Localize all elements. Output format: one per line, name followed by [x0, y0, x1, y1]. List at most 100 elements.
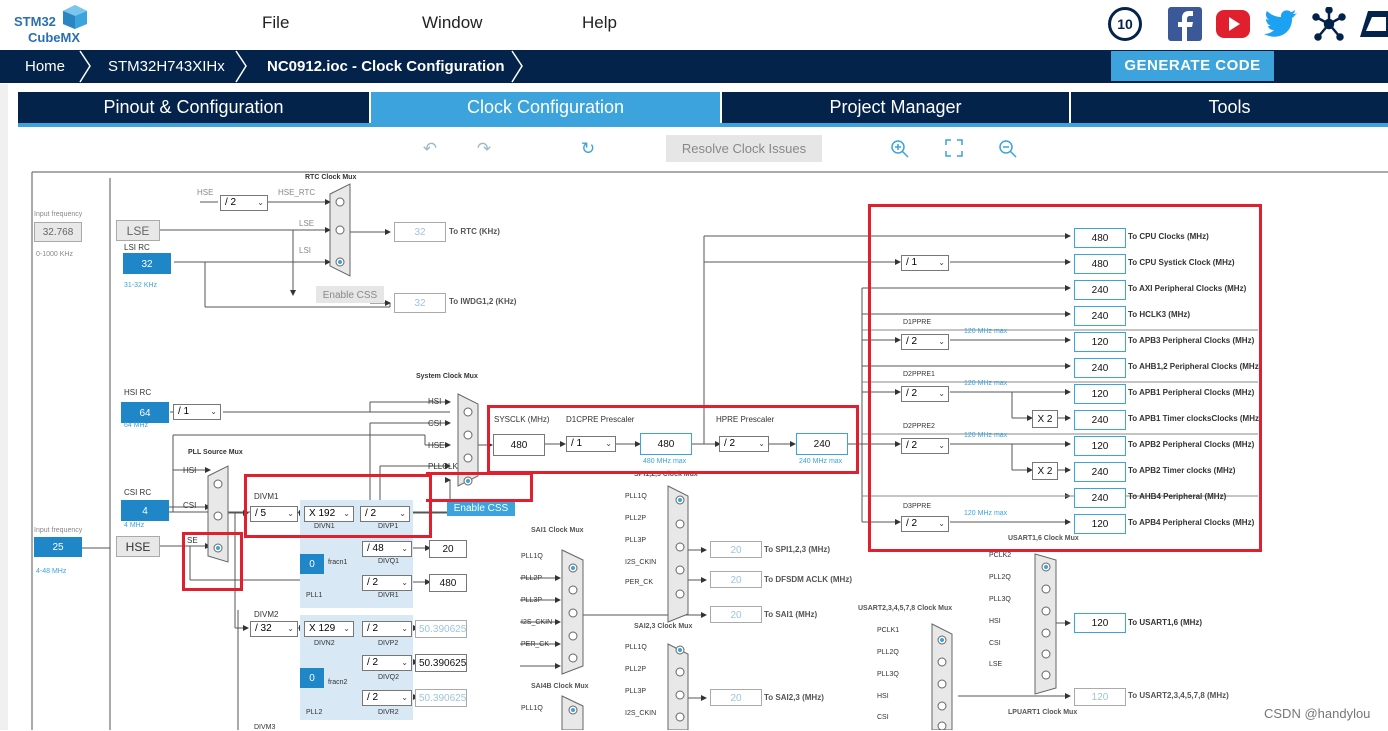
undo-icon[interactable]: ↶ [419, 138, 441, 160]
menu-help[interactable]: Help [582, 13, 617, 33]
sai1-pll3p-label: PLL3P [521, 597, 543, 604]
menu-file[interactable]: File [262, 13, 289, 33]
chevron-down-icon: ⌄ [401, 658, 408, 667]
chevron-right-icon [235, 50, 247, 83]
network-icon[interactable] [1312, 7, 1346, 41]
hse-range-label: 4-48 MHz [36, 568, 67, 575]
tab-clock-configuration[interactable]: Clock Configuration [371, 92, 720, 123]
dropdown-value: / 1 [178, 406, 190, 417]
tab-tools[interactable]: Tools [1071, 92, 1388, 123]
hsi-rc-label: HSI RC [124, 388, 152, 397]
dropdown-value: / 2 [367, 657, 379, 668]
generate-code-button[interactable]: GENERATE CODE [1111, 51, 1274, 81]
hse-frequency-input[interactable]: 25 [34, 537, 82, 557]
twitter-icon[interactable] [1264, 9, 1298, 39]
divr2-output[interactable]: 50.390625 [415, 689, 467, 707]
pll1-label: PLL1 [306, 592, 323, 599]
lse-frequency-input[interactable]: 32.768 [34, 222, 82, 242]
sai1-value[interactable]: 20 [710, 606, 762, 623]
divr2-dropdown[interactable]: / 2 ⌄ [362, 690, 412, 706]
breadcrumb-home[interactable]: Home [25, 50, 65, 83]
fracn1-label: fracn1 [328, 559, 348, 566]
dfsdm-value[interactable]: 20 [710, 571, 762, 588]
menu-window[interactable]: Window [422, 13, 482, 33]
divp2-dropdown[interactable]: / 2 ⌄ [362, 621, 412, 637]
usart16-input-label: PCLK2 [989, 552, 1012, 559]
usart2-output-label: To USART2,3,4,5,7,8 (MHz) [1128, 691, 1229, 700]
divr1-dropdown[interactable]: / 2 ⌄ [362, 575, 412, 591]
sys-hse-label: HSE [428, 441, 445, 450]
rtc-value[interactable]: 32 [394, 222, 446, 242]
sai1-mux-label: SAI1 Clock Mux [531, 527, 584, 534]
sai4b-mux-label: SAI4B Clock Mux [531, 683, 589, 690]
divm2-dropdown[interactable]: / 32 ⌄ [250, 621, 298, 637]
sai1-output-label: To SAI1 (MHz) [764, 610, 818, 619]
tab-pinout-configuration[interactable]: Pinout & Configuration [18, 92, 369, 123]
highlight-divm1-divp1 [244, 474, 432, 538]
lse-range-label: 0-1000 KHz [36, 251, 73, 258]
pll-source-mux-label: PLL Source Mux [188, 449, 243, 456]
divq1-dropdown[interactable]: / 48 ⌄ [362, 541, 412, 557]
divn2-dropdown[interactable]: X 129 ⌄ [304, 621, 354, 637]
fit-screen-icon[interactable] [945, 139, 963, 157]
enable-css-lse-button[interactable]: Enable CSS [316, 286, 384, 303]
pll-source-hsi-label: HSI [183, 466, 197, 475]
sai23-value[interactable]: 20 [710, 689, 762, 706]
stm32cubemx-logo: STM32 CubeMX [14, 4, 87, 46]
zoom-in-icon[interactable] [890, 139, 910, 159]
lsi-rc-label: LSI RC [124, 243, 150, 252]
hse-rtc-label: HSE_RTC [278, 188, 316, 197]
left-edge-strip [0, 84, 8, 730]
redo-icon[interactable]: ↷ [473, 138, 495, 160]
divr2-label: DIVR2 [378, 709, 399, 716]
divq1-output[interactable]: 20 [429, 540, 467, 558]
breadcrumb-project[interactable]: NC0912.ioc - Clock Configuration [267, 50, 505, 83]
usart16-value[interactable]: 120 [1074, 613, 1126, 633]
rtc-hse-divider-dropdown[interactable]: / 2 ⌄ [220, 195, 268, 211]
resolve-clock-issues-button[interactable]: Resolve Clock Issues [666, 135, 822, 162]
hsi-divider-dropdown[interactable]: / 1 ⌄ [173, 404, 221, 420]
divn2-label: DIVN2 [314, 640, 335, 647]
anniversary-badge-icon[interactable]: 10 [1108, 7, 1142, 41]
sai1-pll2p-label: PLL2P [521, 575, 543, 582]
dropdown-value: X 129 [309, 623, 336, 634]
divm2-label: DIVM2 [254, 610, 279, 619]
enable-css-hse-button[interactable]: Enable CSS [447, 500, 515, 516]
highlight-output-clocks [868, 204, 1262, 552]
spi-pll2p-label: PLL2P [625, 515, 647, 522]
lse-block: LSE [116, 220, 160, 241]
tab-project-manager[interactable]: Project Manager [722, 92, 1069, 123]
fracn1-input[interactable]: 0 [300, 554, 324, 574]
refresh-icon[interactable]: ↻ [577, 138, 599, 160]
chevron-down-icon: ⌄ [257, 198, 264, 207]
usart2-input-label: PCLK1 [877, 627, 900, 634]
spi-value[interactable]: 20 [710, 541, 762, 558]
usart16-input-label: PLL2Q [989, 574, 1011, 581]
fracn2-label: fracn2 [328, 679, 348, 686]
sai23-mux-label: SAI2,3 Clock Mux [634, 623, 693, 630]
dropdown-value: / 48 [367, 543, 384, 554]
usart2-input-label: HSI [877, 693, 889, 700]
divq2-dropdown[interactable]: / 2 ⌄ [362, 655, 412, 671]
breadcrumb-device[interactable]: STM32H743XIHx [108, 50, 225, 83]
facebook-icon[interactable] [1168, 7, 1202, 41]
csi-value: 4 [121, 500, 169, 521]
chevron-down-icon: ⌄ [210, 407, 217, 416]
usart16-input-label: LSE [989, 661, 1003, 668]
iwdg-value[interactable]: 32 [394, 293, 446, 313]
hsi-freq-label: 64 MHz [124, 422, 149, 429]
sai23-i2sckin-label: I2S_CKIN [625, 710, 657, 717]
highlight-sysclk-prescalers [487, 405, 859, 474]
chevron-down-icon: ⌄ [287, 624, 294, 633]
usart2-value[interactable]: 120 [1074, 688, 1126, 706]
usart16-input-label: HSI [989, 618, 1001, 625]
zoom-out-icon[interactable] [998, 139, 1018, 159]
fracn2-input[interactable]: 0 [300, 668, 324, 688]
divq2-output[interactable]: 50.390625 [415, 654, 467, 672]
csi-freq-label: 4 MHz [124, 522, 145, 529]
divr1-output[interactable]: 480 [429, 574, 467, 592]
spi-output-label: To SPI1,2,3 (MHz) [764, 545, 831, 554]
divp2-output[interactable]: 50.390625 [415, 620, 467, 638]
tab-underline [18, 123, 1388, 127]
youtube-icon[interactable] [1216, 10, 1250, 38]
